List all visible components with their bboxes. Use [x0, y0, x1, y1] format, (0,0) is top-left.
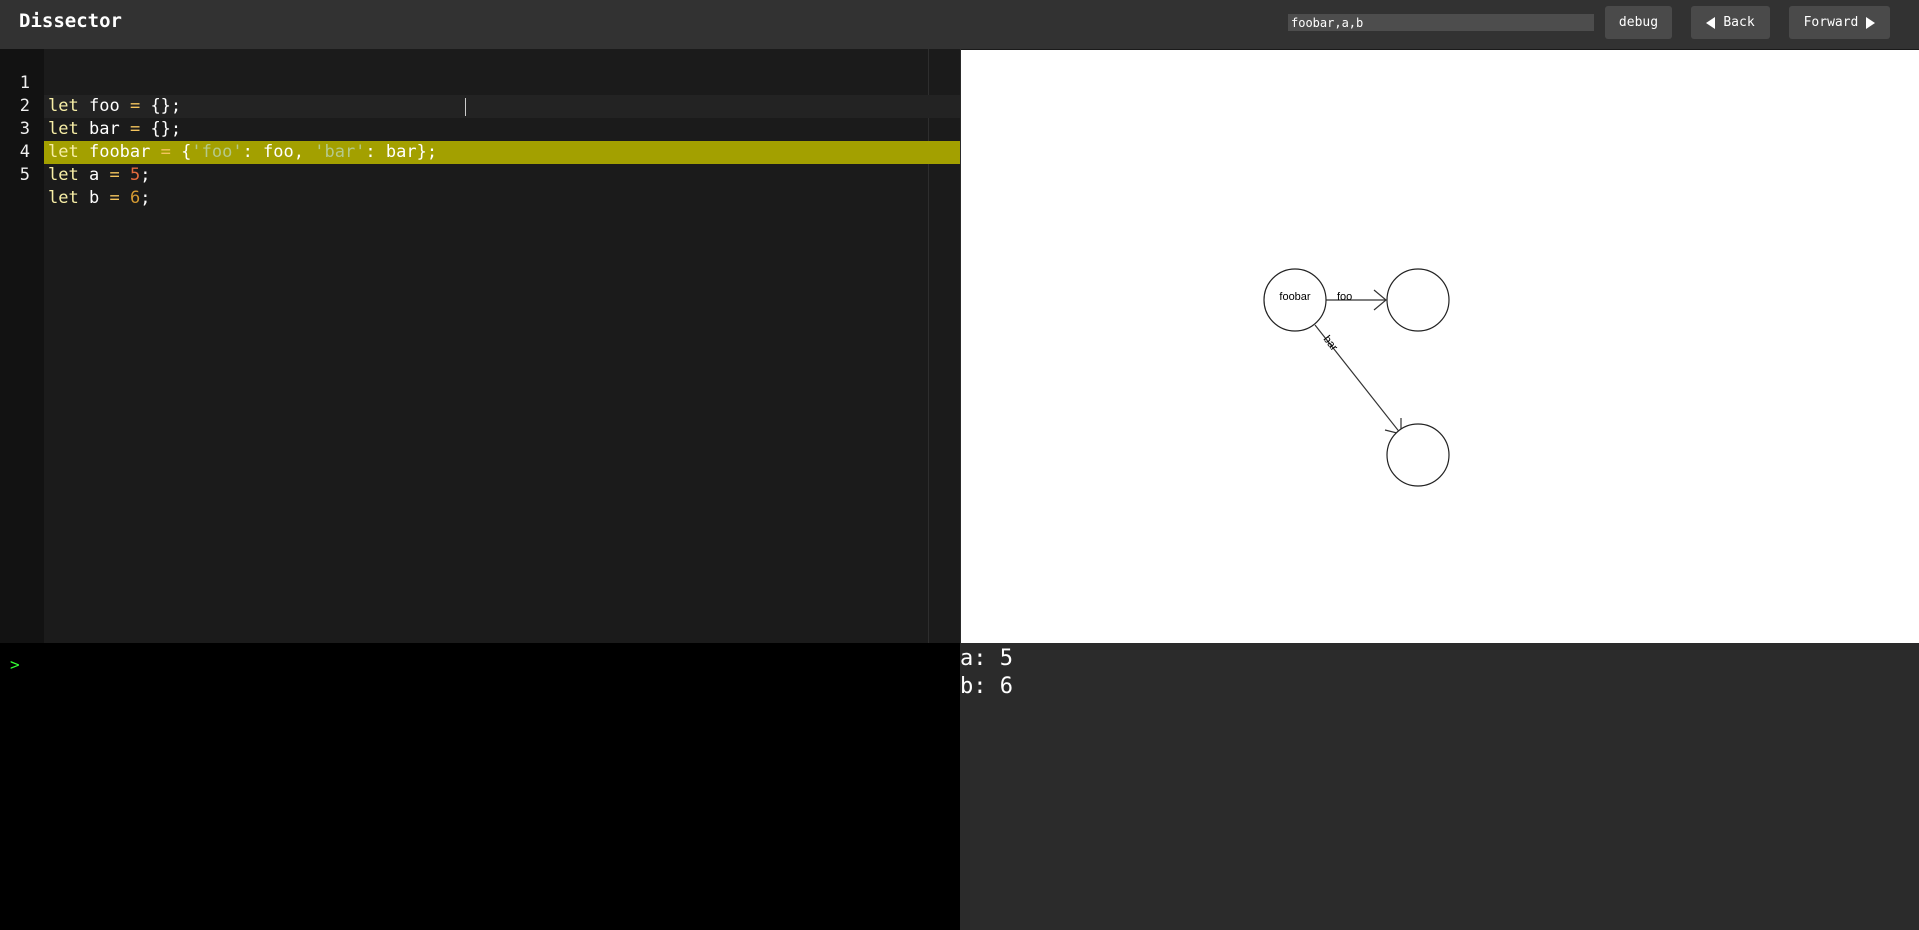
debug-button-label: debug: [1618, 15, 1659, 30]
forward-button-label: Forward: [1803, 15, 1859, 30]
keyword: let: [48, 188, 79, 208]
forward-button[interactable]: Forward: [1789, 6, 1890, 39]
back-button[interactable]: Back: [1691, 6, 1770, 39]
number-literal: 5: [129, 165, 141, 185]
triangle-left-icon: [1706, 16, 1716, 29]
operator: =: [109, 165, 120, 185]
code-editor[interactable]: 1 let foo = {}; 2 let bar = {}; 3 let fo…: [0, 49, 960, 643]
watch-expression-input[interactable]: [1288, 14, 1594, 31]
console-prompt: >: [10, 655, 20, 674]
code-line[interactable]: 2 let bar = {};: [0, 72, 960, 139]
keyword: let: [48, 165, 79, 185]
triangle-right-icon: [1866, 16, 1876, 29]
code-line[interactable]: 1 let foo = {};: [0, 49, 960, 116]
code-line[interactable]: 4 let a = 5;: [0, 118, 960, 185]
top-bar: Dissector debug Back Forward: [0, 0, 1919, 49]
punctuation: ;: [140, 165, 151, 185]
code-line[interactable]: 3 let foobar = {'foo': foo, 'bar': bar};: [0, 95, 960, 162]
line-number: 5: [19, 165, 30, 185]
object-graph-panel[interactable]: foo bar foobar: [961, 49, 1919, 644]
number-literal: 6: [129, 188, 141, 208]
code-line-highlighted[interactable]: 5 let b = 6;: [0, 141, 960, 208]
console-panel[interactable]: >: [0, 643, 960, 930]
text-cursor: [465, 98, 466, 116]
identifier: b: [88, 188, 100, 208]
punctuation: ;: [140, 188, 151, 208]
graph-edge-label-foo: foo: [1337, 291, 1352, 303]
line-code: let a = 5;: [48, 164, 150, 187]
object-graph[interactable]: foo bar foobar: [961, 50, 1919, 644]
identifier: a: [88, 165, 100, 185]
graph-node-bar[interactable]: [1386, 423, 1450, 487]
debug-button[interactable]: debug: [1605, 6, 1672, 39]
variable-entry: b: 6: [960, 674, 1013, 699]
variables-panel: a: 5 b: 6: [960, 643, 1919, 930]
line-code: let b = 6;: [48, 187, 150, 210]
app-title: Dissector: [19, 10, 122, 32]
variable-entry: a: 5: [960, 646, 1013, 671]
graph-node-label: foobar: [1279, 291, 1311, 303]
graph-node-foo[interactable]: [1386, 268, 1450, 332]
back-button-label: Back: [1723, 15, 1755, 30]
operator: =: [109, 188, 120, 208]
